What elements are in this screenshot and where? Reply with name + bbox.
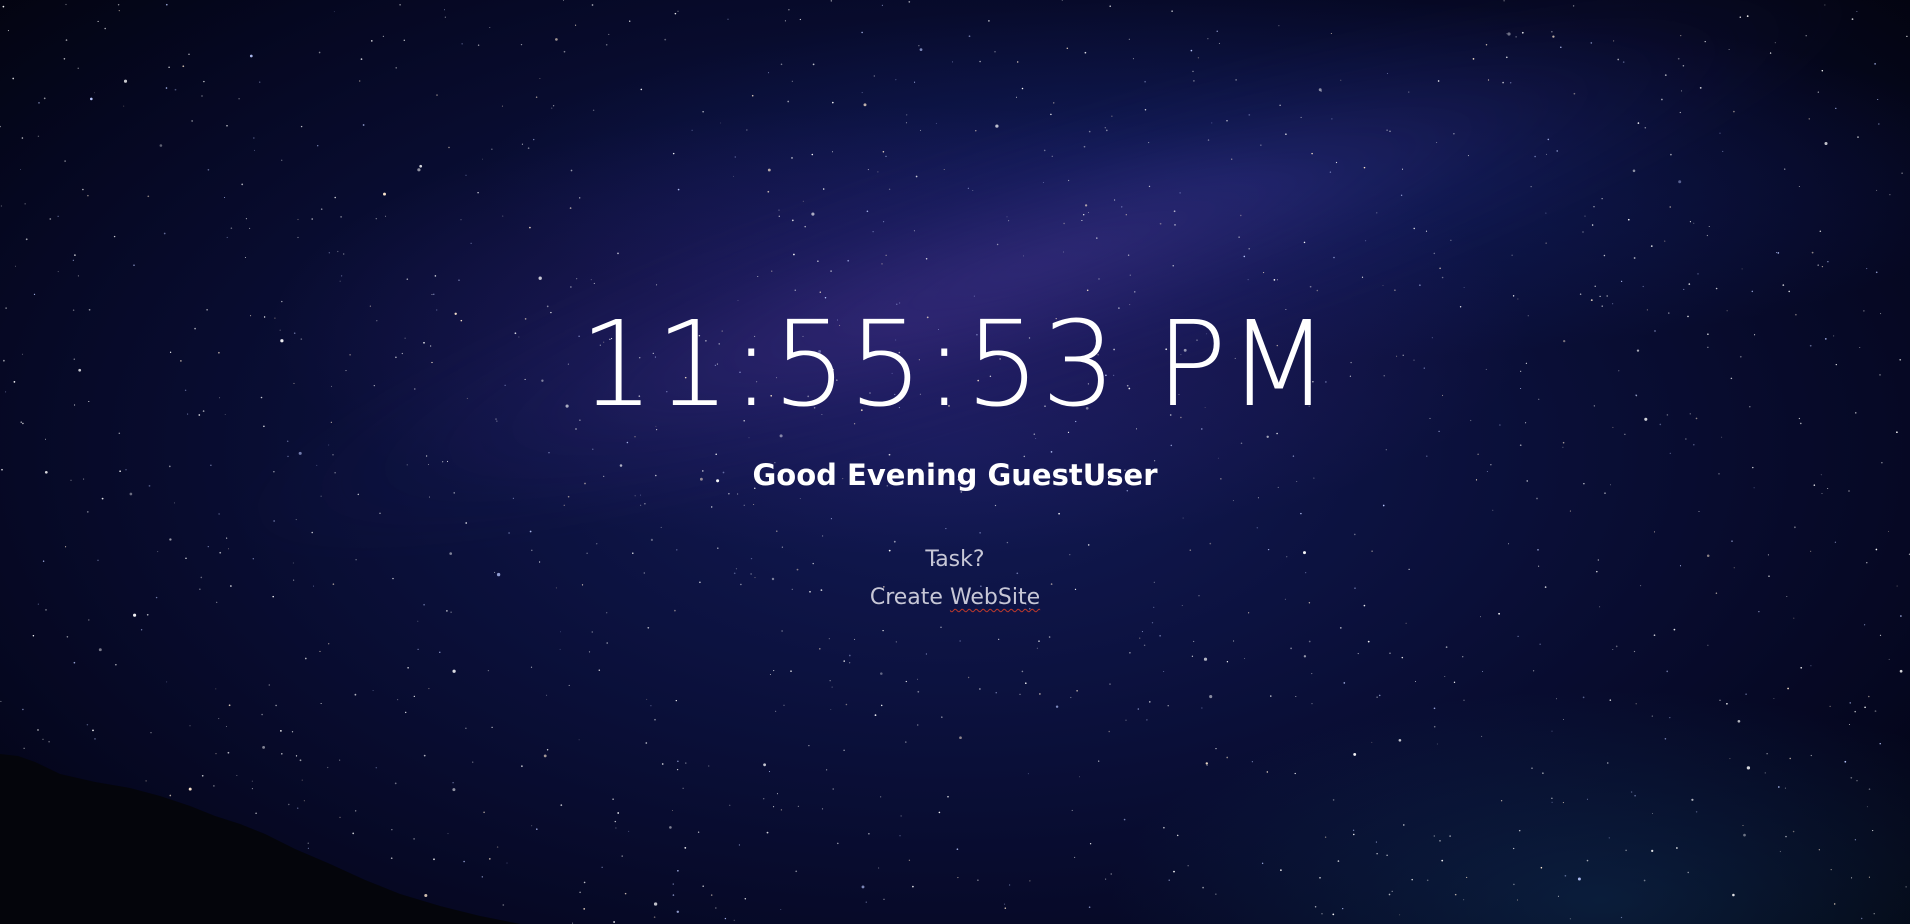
hill-silhouette [0,754,520,924]
task-input[interactable]: Create WebSite [0,587,1910,609]
task-value-prefix: Create [869,585,950,610]
night-sky-background: 11:55:53 PM Good Evening GuestUser Task?… [0,0,1910,924]
greeting-text: Good Evening GuestUser [752,458,1158,492]
task-label: Task? [925,547,985,572]
clock-time: 11:55:53 PM [579,295,1331,433]
task-value-flagged-word: WebSite [949,585,1041,610]
